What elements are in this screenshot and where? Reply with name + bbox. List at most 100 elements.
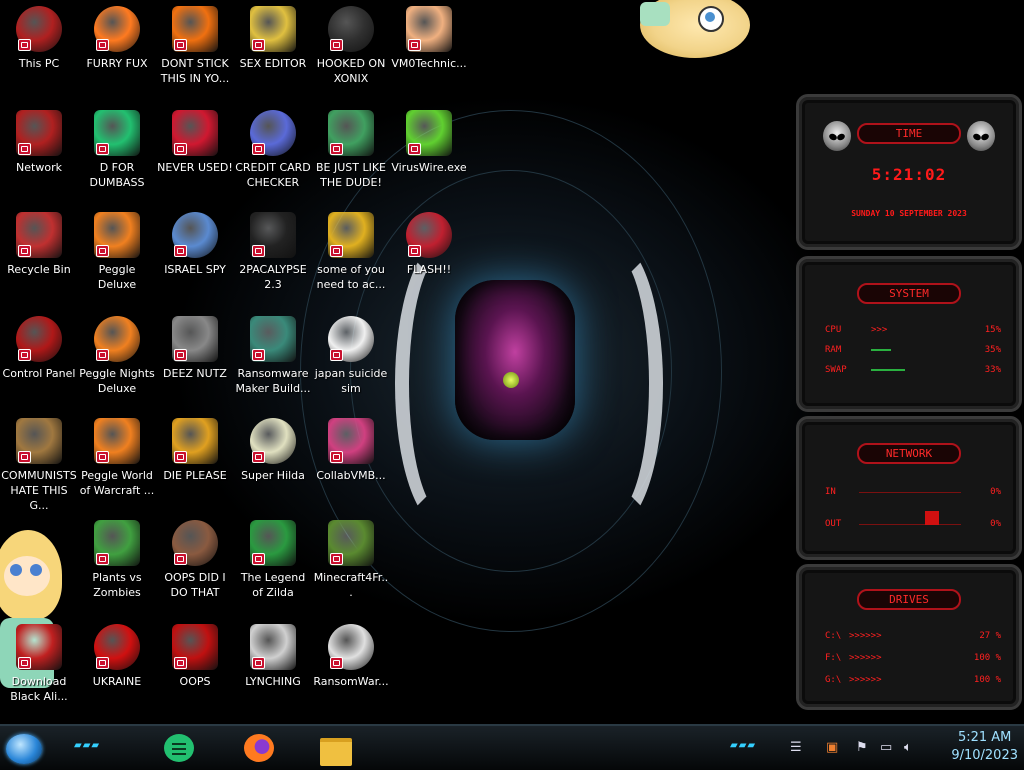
- desktop-icon-label: CREDIT CARD CHECKER: [235, 161, 311, 189]
- desktop-icon[interactable]: D FOR DUMBASS: [78, 110, 156, 190]
- system-row-value: 33%: [984, 365, 1001, 375]
- shortcut-badge-icon: [330, 657, 343, 669]
- drives-gadget[interactable]: DRIVES C:\ >>>>>> 27 % F:\ >>>>>> 100 % …: [796, 564, 1022, 710]
- desktop-icon[interactable]: VirusWire.exe: [390, 110, 468, 175]
- shortcut-badge-icon: [96, 39, 109, 51]
- desktop-icon[interactable]: FLASH!!: [390, 212, 468, 277]
- desktop-icon[interactable]: DONT STICK THIS IN YO...: [156, 6, 234, 86]
- desktop-icon-label: some of you need to ac...: [316, 263, 386, 291]
- computer-icon: [16, 6, 62, 52]
- system-row-key: RAM: [825, 345, 842, 355]
- network-row-key: OUT: [825, 519, 842, 529]
- desktop-icon[interactable]: CREDIT CARD CHECKER: [234, 110, 312, 190]
- desktop-icon[interactable]: RansomWar...: [312, 624, 390, 689]
- desktop[interactable]: This PC Network Recycle Bin Control Panel CO…: [0, 0, 1024, 724]
- desktop-icon-label: DONT STICK THIS IN YO...: [160, 57, 230, 85]
- desktop-icon[interactable]: VM0Technic...: [390, 6, 468, 71]
- desktop-icon[interactable]: Control Panel: [0, 316, 78, 381]
- shortcut-badge-icon: [18, 349, 31, 361]
- desktop-icon[interactable]: BE JUST LIKE THE DUDE!: [312, 110, 390, 190]
- desktop-icon[interactable]: Peggle Deluxe: [78, 212, 156, 292]
- shortcut-badge-icon: [330, 39, 343, 51]
- drive-indicator: >>>>>>: [849, 631, 882, 641]
- desktop-icon[interactable]: OOPS: [156, 624, 234, 689]
- desktop-icon[interactable]: HOOKED ON XONIX: [312, 6, 390, 86]
- desktop-icon[interactable]: ISRAEL SPY: [156, 212, 234, 277]
- tray-app-icon[interactable]: ▣: [826, 740, 838, 755]
- taskbar-app-file-explorer[interactable]: [318, 732, 352, 766]
- desktop-icon[interactable]: Peggle World of Warcraft ...: [78, 418, 156, 498]
- start-button[interactable]: [6, 734, 42, 764]
- desktop-icon-label: Peggle World of Warcraft ...: [79, 469, 155, 497]
- desktop-icon[interactable]: FURRY FUX: [78, 6, 156, 71]
- drive-row-value: 100 %: [973, 653, 1001, 663]
- desktop-icon[interactable]: The Legend of Zilda: [234, 520, 312, 600]
- desktop-icon[interactable]: Recycle Bin: [0, 212, 78, 277]
- desktop-icon[interactable]: LYNCHING: [234, 624, 312, 689]
- desktop-icon-label: D FOR DUMBASS: [89, 161, 145, 189]
- volume-icon[interactable]: 🔈︎: [904, 740, 912, 755]
- desktop-icon[interactable]: CollabVMB...: [312, 418, 390, 483]
- gear-shield-icon: [250, 624, 296, 670]
- desktop-icon[interactable]: DEEZ NUTZ: [156, 316, 234, 381]
- discord-style-icon: [164, 734, 194, 762]
- action-center-icon[interactable]: ☰: [790, 740, 802, 755]
- desktop-icon-label: Peggle Nights Deluxe: [79, 367, 155, 395]
- desktop-icon[interactable]: Plants vs Zombies: [78, 520, 156, 600]
- desktop-icon[interactable]: Ransomware Maker Build...: [234, 316, 312, 396]
- stacked-windows-icon: [172, 316, 218, 362]
- network-icon[interactable]: ▭: [880, 740, 892, 755]
- flag-icon[interactable]: ⚑: [856, 740, 868, 755]
- recycle-bin-icon: [16, 212, 62, 258]
- desktop-icon[interactable]: Minecraft4Fr...: [312, 520, 390, 600]
- system-gadget[interactable]: SYSTEM CPU >>> 15% RAM 35% SWAP 33%: [796, 256, 1022, 412]
- desktop-icon[interactable]: This PC: [0, 6, 78, 71]
- desktop-icon[interactable]: COMMUNISTS HATE THIS G...: [0, 418, 78, 513]
- shortcut-badge-icon: [174, 349, 187, 361]
- network-gadget[interactable]: NETWORK IN 0% OUT 0%: [796, 416, 1022, 560]
- taskbar-app-firefox[interactable]: [242, 732, 276, 764]
- desktop-icon-label: FLASH!!: [406, 263, 452, 276]
- drive-row-value: 100 %: [973, 675, 1001, 685]
- desktop-icon[interactable]: 2PACALYPSE 2.3: [234, 212, 312, 292]
- drive-indicator: >>>>>>: [849, 675, 882, 685]
- desktop-icon[interactable]: NEVER USED!: [156, 110, 234, 175]
- desktop-icon-label: Control Panel: [2, 367, 76, 380]
- dev-cpp-icon: [172, 110, 218, 156]
- desktop-icon[interactable]: Peggle Nights Deluxe: [78, 316, 156, 396]
- system-row-value: 15%: [984, 325, 1001, 335]
- network-line: [859, 492, 961, 493]
- drive-row-key: G:\: [825, 675, 842, 685]
- desktop-icon-label: COMMUNISTS HATE THIS G...: [1, 469, 77, 512]
- desktop-icon[interactable]: UKRAINE: [78, 624, 156, 689]
- desktop-icon[interactable]: DIE PLEASE: [156, 418, 234, 483]
- shortcut-badge-icon: [96, 143, 109, 155]
- taskbar-app-discord-style[interactable]: [162, 732, 196, 764]
- desktop-icon[interactable]: OOPS DID I DO THAT: [156, 520, 234, 600]
- time-gadget[interactable]: TIME 5:21:02 SUNDAY 10 SEPTEMBER 2023: [796, 94, 1022, 250]
- desktop-icon-label: Download Black Ali...: [10, 675, 68, 703]
- desktop-icon-label: Ransomware Maker Build...: [235, 367, 311, 395]
- shortcut-badge-icon: [330, 451, 343, 463]
- desktop-icon[interactable]: Download Black Ali...: [0, 624, 78, 704]
- desktop-icon[interactable]: some of you need to ac...: [312, 212, 390, 292]
- desktop-icon[interactable]: Network: [0, 110, 78, 175]
- money-bag-icon: [16, 418, 62, 464]
- shortcut-badge-icon: [174, 245, 187, 257]
- desktop-icon-label: 2PACALYPSE 2.3: [239, 263, 307, 291]
- control-panel-icon: [16, 316, 62, 362]
- cartoon-character-top: [640, 0, 750, 58]
- desktop-icon[interactable]: japan suicide sim: [312, 316, 390, 396]
- shortcut-badge-icon: [96, 451, 109, 463]
- shortcut-badge-icon: [96, 553, 109, 565]
- desktop-icon-label: ISRAEL SPY: [164, 263, 226, 276]
- remote-desktop-icon: [172, 212, 218, 258]
- desktop-icon[interactable]: Super Hilda: [234, 418, 312, 483]
- taskbar-clock[interactable]: 5:21 AM 9/10/2023: [951, 729, 1018, 765]
- desktop-icon[interactable]: SEX EDITOR: [234, 6, 312, 71]
- desktop-icon-label: LYNCHING: [245, 675, 301, 688]
- shortcut-badge-icon: [18, 657, 31, 669]
- desktop-icon-label: Super Hilda: [241, 469, 305, 482]
- wallpaper-glow: [503, 372, 519, 388]
- desktop-icon-label: Network: [16, 161, 62, 174]
